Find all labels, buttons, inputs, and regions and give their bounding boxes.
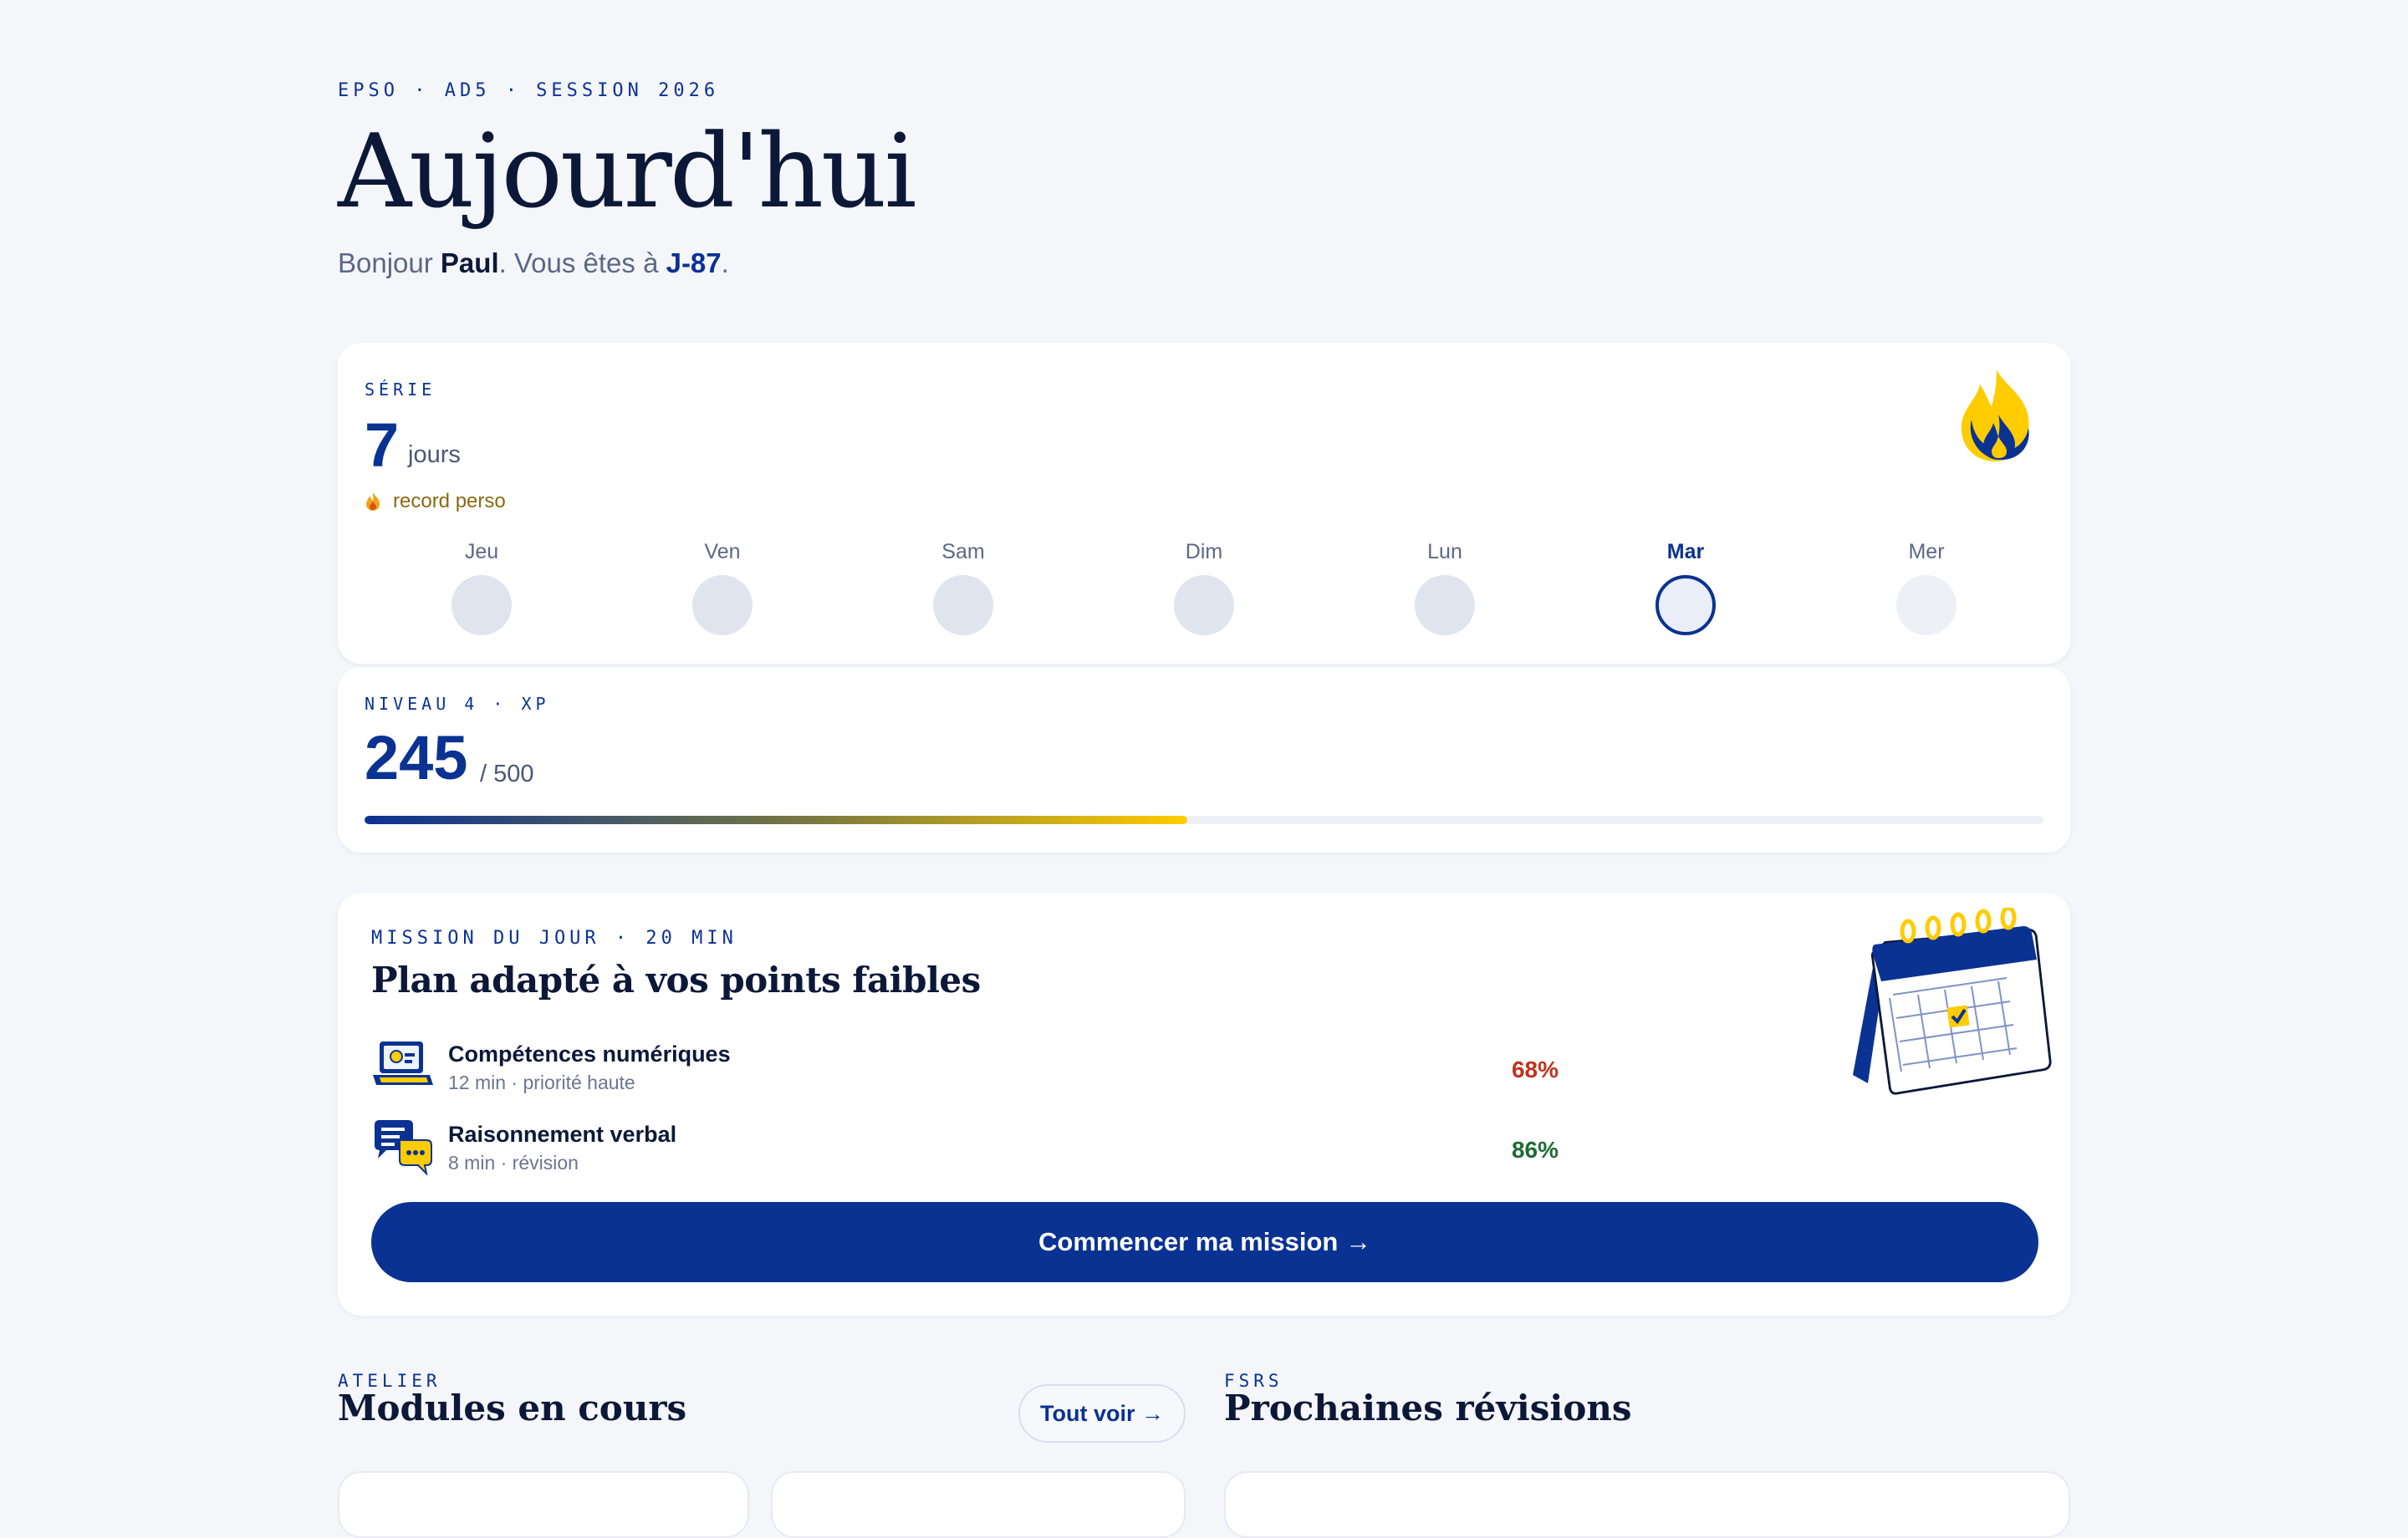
atelier-title: Modules en cours [338, 1388, 687, 1429]
streak-card: SÉRIE 7 jours record perso Jeu Ven Sam Dim L… [338, 343, 2070, 664]
greeting-prefix: Bonjour [338, 247, 441, 278]
task-meta: 8 min · révision [448, 1152, 579, 1174]
day-status-dot [1415, 575, 1475, 635]
task-score: 86% [1511, 1137, 1559, 1163]
task-score: 68% [1511, 1057, 1559, 1082]
day-sam: Sam [913, 540, 1013, 635]
chat-bubbles-icon [375, 1120, 432, 1175]
day-status-dot [1656, 575, 1716, 635]
day-ven: Ven [672, 540, 773, 635]
see-all-button[interactable]: Tout voir → [1018, 1384, 1186, 1443]
xp-progress-bar [365, 816, 2043, 824]
day-status-dot [692, 575, 752, 635]
mission-title: Plan adapté à vos points faibles [371, 960, 981, 1001]
fsrs-title: Prochaines révisions [1224, 1388, 1632, 1429]
streak-count: 7 [365, 410, 400, 480]
day-status-dot [452, 575, 512, 635]
day-label: Mer [1908, 540, 1945, 563]
mission-card: MISSION DU JOUR · 20 MIN Plan adapté à v… [338, 893, 2070, 1316]
review-card[interactable] [1224, 1471, 2070, 1538]
countdown: J-87 [666, 247, 722, 278]
day-label: Lun [1427, 540, 1462, 563]
week-tracker: Jeu Ven Sam Dim Lun Mar Mer [338, 540, 2070, 657]
streak-label: SÉRIE [365, 379, 436, 400]
laptop-icon [373, 1041, 433, 1085]
day-label: Jeu [464, 540, 499, 563]
day-label: Ven [704, 540, 741, 563]
task-meta: 12 min · priorité haute [448, 1072, 635, 1093]
task-name: Raisonnement verbal [448, 1122, 677, 1147]
calendar-illustration-icon [1853, 908, 2052, 1095]
flame-small-icon [366, 492, 380, 511]
module-card[interactable] [338, 1471, 749, 1538]
day-mer: Mer [1876, 540, 1977, 635]
task-name: Compétences numériques [448, 1041, 731, 1067]
mission-task-verbal[interactable]: Raisonnement verbal 8 min · révision 86% [371, 1117, 1559, 1184]
day-label: Sam [941, 540, 985, 563]
day-dim: Dim [1154, 540, 1254, 635]
streak-unit: jours [408, 441, 461, 468]
exam-eyebrow: EPSO · AD5 · SESSION 2026 [338, 80, 720, 101]
day-lun: Lun [1395, 540, 1495, 635]
module-card[interactable] [771, 1471, 1186, 1538]
day-status-dot [1174, 575, 1234, 635]
greeting-mid: . Vous êtes à [498, 247, 666, 278]
xp-card: NIVEAU 4 · XP 245 / 500 [338, 667, 2070, 853]
xp-max: / 500 [480, 761, 534, 787]
flame-icon [1961, 369, 2029, 461]
greeting: Bonjour Paul. Vous êtes à J-87. [338, 247, 729, 279]
xp-label: NIVEAU 4 · XP [365, 694, 550, 714]
day-status-dot [1896, 575, 1956, 635]
day-mar: Mar [1635, 540, 1736, 635]
user-name: Paul [440, 247, 499, 278]
day-label: Dim [1185, 540, 1223, 563]
start-mission-button[interactable]: Commencer ma mission → [371, 1202, 2038, 1282]
record-label: record perso [393, 490, 506, 512]
day-jeu: Jeu [431, 540, 532, 635]
record-badge: record perso [365, 490, 506, 513]
xp-progress-fill [365, 816, 1187, 824]
mission-label: MISSION DU JOUR · 20 MIN [371, 928, 737, 949]
page-title: Aujourd'hui [338, 112, 917, 231]
day-label: Mar [1666, 540, 1705, 563]
day-status-dot [933, 575, 993, 635]
mission-task-numeric[interactable]: Compétences numériques 12 min · priorité… [371, 1036, 1559, 1103]
xp-current: 245 [365, 723, 468, 792]
greeting-suffix: . [721, 247, 729, 278]
